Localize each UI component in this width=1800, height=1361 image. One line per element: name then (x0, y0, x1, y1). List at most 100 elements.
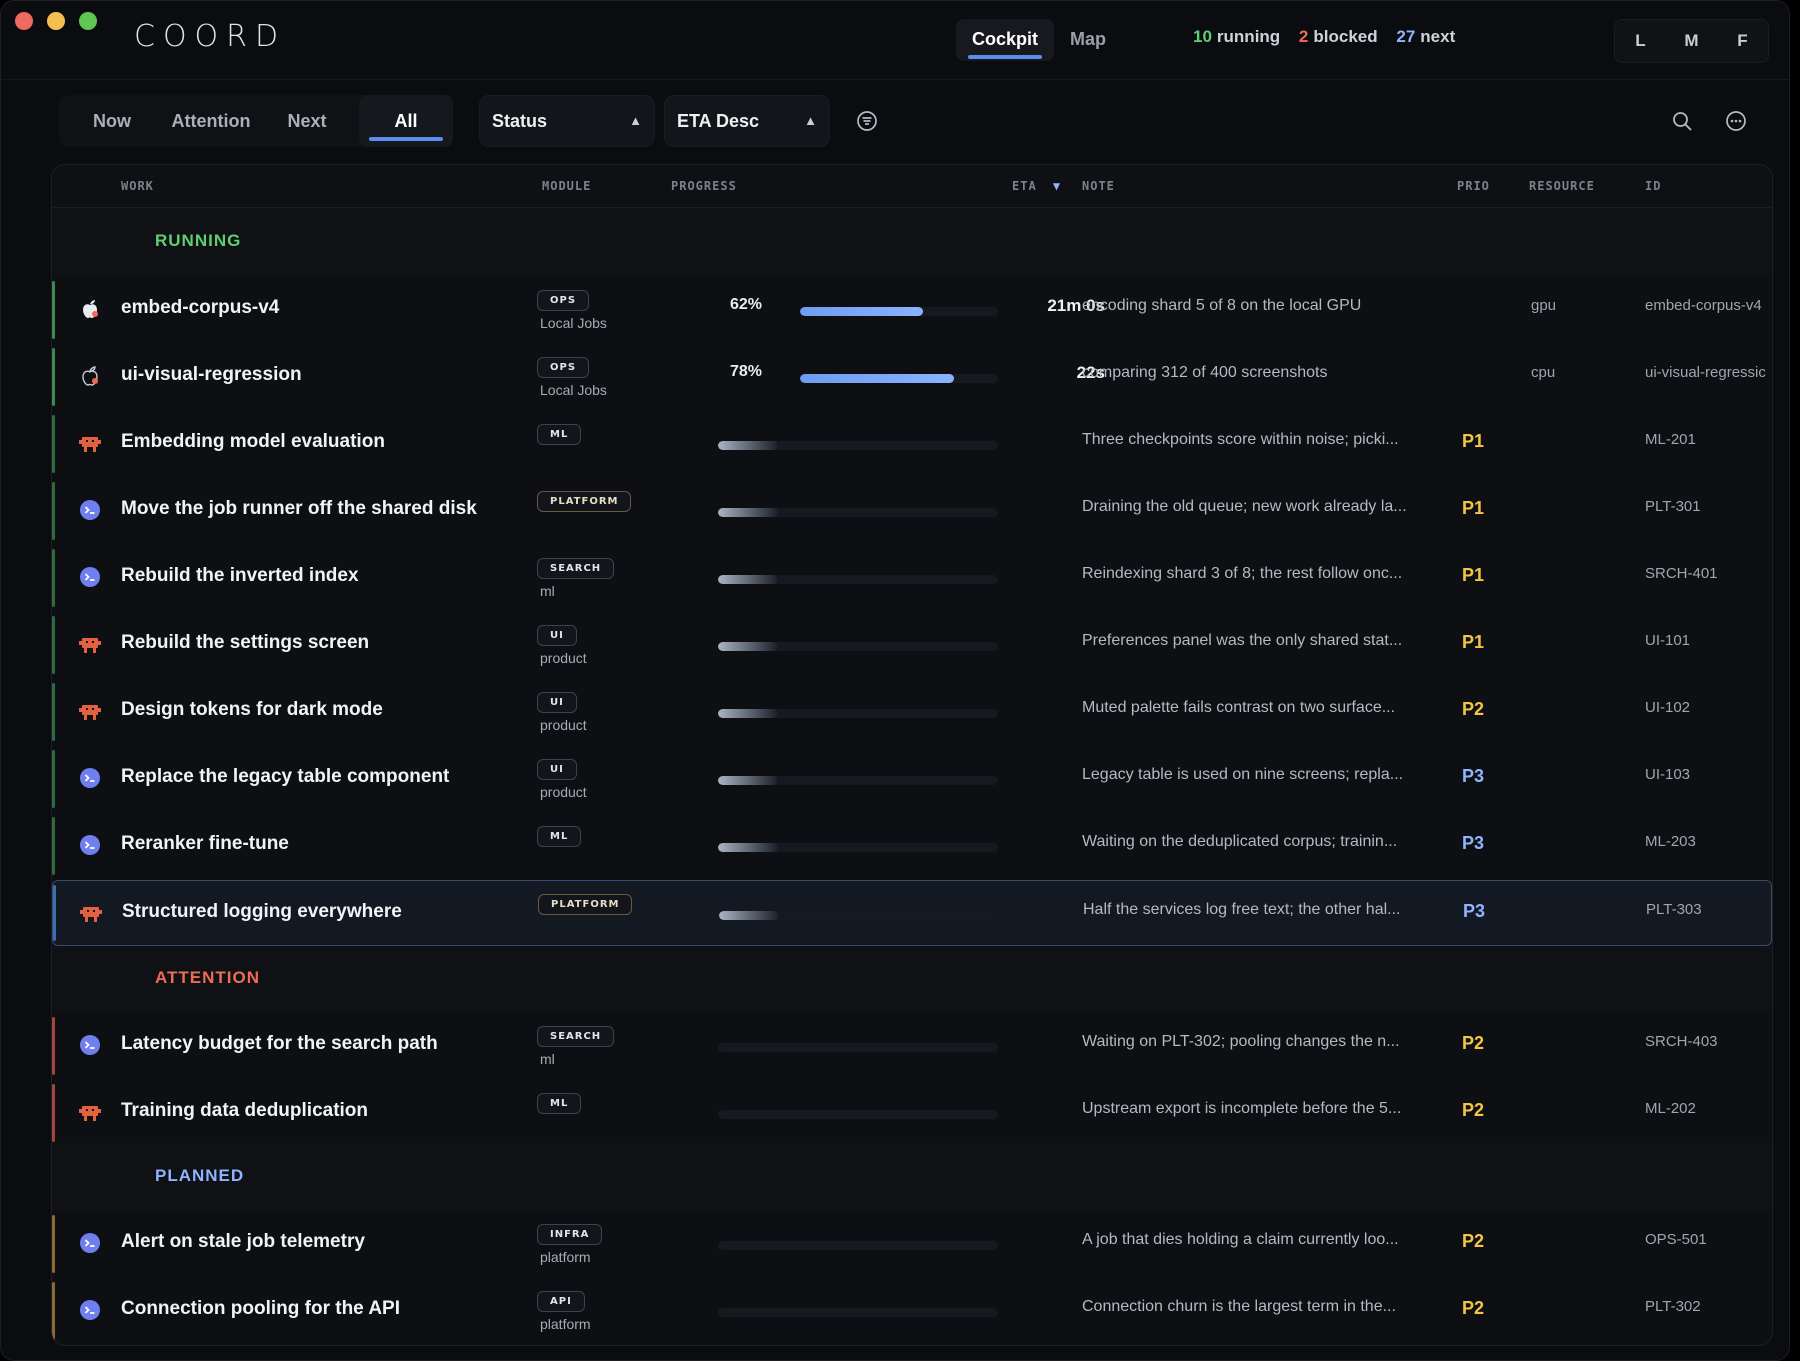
column-header-resource[interactable]: RESOURCE (1529, 179, 1595, 193)
table-row[interactable]: embed-corpus-v4 OPS Local Jobs 62% 21m 0s enc… (52, 277, 1772, 343)
table-row[interactable]: Rebuild the inverted index SEARCH ml Reinde… (52, 545, 1772, 611)
progress-indeterminate (718, 843, 778, 852)
filter-tabs: Now Attention Next All (59, 95, 453, 147)
work-title: Rebuild the inverted index (121, 565, 359, 586)
note-text: comparing 312 of 400 screenshots (1082, 364, 1328, 381)
progress-fill (800, 374, 955, 383)
work-title: Replace the legacy table component (121, 766, 450, 787)
tab-map[interactable]: Map (1054, 19, 1122, 61)
more-options-button[interactable] (1716, 101, 1756, 141)
item-id: PLT-303 (1646, 901, 1702, 918)
module-sub: product (540, 650, 587, 666)
table-row[interactable]: Structured logging everywhere PLATFORM Hal… (52, 880, 1772, 946)
priority-label: P2 (1462, 1100, 1485, 1120)
column-header-progress[interactable]: PROGRESS (671, 179, 737, 193)
search-button[interactable] (1662, 101, 1702, 141)
group-header-running[interactable]: RUNNING (52, 208, 1772, 276)
filter-options-button[interactable] (847, 101, 887, 141)
note-text: Waiting on PLT-302; pooling changes the … (1082, 1033, 1400, 1050)
work-title: Training data deduplication (121, 1100, 369, 1121)
top-nav: Cockpit Map (956, 19, 1122, 61)
progress-percent: 78% (729, 363, 762, 380)
terminal-icon (78, 565, 102, 589)
table-row[interactable]: Reranker fine-tune ML Waiting on the dedup… (52, 813, 1772, 879)
group-header-attention[interactable]: ATTENTION (52, 945, 1772, 1013)
module-badge: OPS (537, 357, 590, 378)
item-id: SRCH-403 (1645, 1033, 1718, 1050)
item-id: UI-101 (1645, 632, 1691, 649)
item-id: SRCH-401 (1645, 565, 1718, 582)
density-l-button[interactable]: L (1615, 20, 1666, 62)
progress-bar (718, 508, 998, 517)
table-row[interactable]: Move the job runner off the shared disk P… (52, 478, 1772, 544)
progress-bar (718, 575, 998, 584)
active-filter-indicator (369, 137, 443, 141)
table-row[interactable]: Connection pooling for the API API platfor… (52, 1278, 1772, 1344)
filter-toolbar: Now Attention Next All Status ▲ ETA Desc ▲ (59, 95, 1766, 147)
priority-label: P1 (1462, 431, 1485, 451)
robot-icon (78, 632, 102, 656)
item-id: PLT-301 (1645, 498, 1701, 515)
progress-indeterminate (718, 575, 778, 584)
work-title: Embedding model evaluation (121, 431, 385, 452)
note-text: Muted palette fails contrast on two surf… (1082, 699, 1396, 716)
close-window-button[interactable] (15, 12, 33, 30)
work-title: Latency budget for the search path (121, 1033, 438, 1054)
resource-label: gpu (1531, 297, 1557, 314)
table-row[interactable]: Embedding model evaluation ML Three checkp… (52, 411, 1772, 477)
column-header-module[interactable]: MODULE (542, 179, 591, 193)
progress-bar (718, 642, 998, 651)
status-edge (52, 482, 55, 540)
more-horizontal-icon (1726, 111, 1746, 131)
table-row[interactable]: Design tokens for dark mode UI product Mute… (52, 679, 1772, 745)
column-header-note[interactable]: NOTE (1082, 179, 1115, 193)
zoom-window-button[interactable] (79, 12, 97, 30)
column-header-prio[interactable]: PRIO (1457, 179, 1490, 193)
column-header-work[interactable]: WORK (121, 179, 154, 193)
priority-label: P1 (1462, 632, 1485, 652)
column-header-eta[interactable]: ETA ▼ (1012, 179, 1061, 193)
group-header-planned[interactable]: PLANNED (52, 1143, 1772, 1211)
module-badge: UI (537, 625, 577, 646)
filter-tab-next[interactable]: Next (257, 95, 357, 147)
item-id: OPS-501 (1645, 1231, 1707, 1248)
module-badge: PLATFORM (538, 894, 633, 915)
status-select[interactable]: Status ▲ (479, 95, 655, 147)
progress-bar (718, 709, 998, 718)
apple-icon (78, 297, 102, 321)
sort-select[interactable]: ETA Desc ▲ (664, 95, 830, 147)
progress-bar (718, 1110, 998, 1119)
module-badge: SEARCH (537, 1026, 615, 1047)
density-f-button[interactable]: F (1717, 20, 1768, 62)
progress-fill (800, 307, 923, 316)
density-m-button[interactable]: M (1666, 20, 1717, 62)
table-row[interactable]: Alert on stale job telemetry INFRA platfor… (52, 1211, 1772, 1277)
item-id: embed-corpus-v4 (1645, 297, 1762, 314)
status-edge (52, 683, 55, 741)
table-row[interactable]: ui-visual-regression OPS Local Jobs 78% 22s c… (52, 344, 1772, 410)
table-row[interactable]: Rebuild the settings screen UI product Pref… (52, 612, 1772, 678)
table-row[interactable]: Replace the legacy table component UI prod… (52, 746, 1772, 812)
module-cell: INFRA platform (537, 1224, 603, 1265)
filter-tab-now[interactable]: Now (59, 95, 165, 147)
work-title: embed-corpus-v4 (121, 297, 280, 318)
note-text: Three checkpoints score within noise; pi… (1082, 431, 1399, 448)
status-edge (52, 817, 55, 875)
filter-tab-all[interactable]: All (359, 95, 453, 147)
note-text: Connection churn is the largest term in … (1082, 1298, 1396, 1315)
table-row[interactable]: Latency budget for the search path SEARCH… (52, 1013, 1772, 1079)
note-text: Reindexing shard 3 of 8; the rest follow… (1082, 565, 1403, 582)
minimize-window-button[interactable] (47, 12, 65, 30)
table-row[interactable]: Training data deduplication ML Upstream ex… (52, 1080, 1772, 1146)
filter-tab-attention[interactable]: Attention (165, 95, 257, 147)
module-sub: ml (540, 583, 555, 599)
next-count: 27 (1396, 27, 1416, 46)
status-edge (52, 415, 55, 473)
tab-cockpit[interactable]: Cockpit (956, 19, 1055, 61)
note-text: Preferences panel was the only shared st… (1082, 632, 1403, 649)
progress-bar (718, 776, 998, 785)
module-badge: SEARCH (537, 558, 615, 579)
terminal-icon (78, 833, 102, 857)
note-text: Half the services log free text; the oth… (1083, 901, 1401, 918)
column-header-id[interactable]: ID (1645, 179, 1661, 193)
